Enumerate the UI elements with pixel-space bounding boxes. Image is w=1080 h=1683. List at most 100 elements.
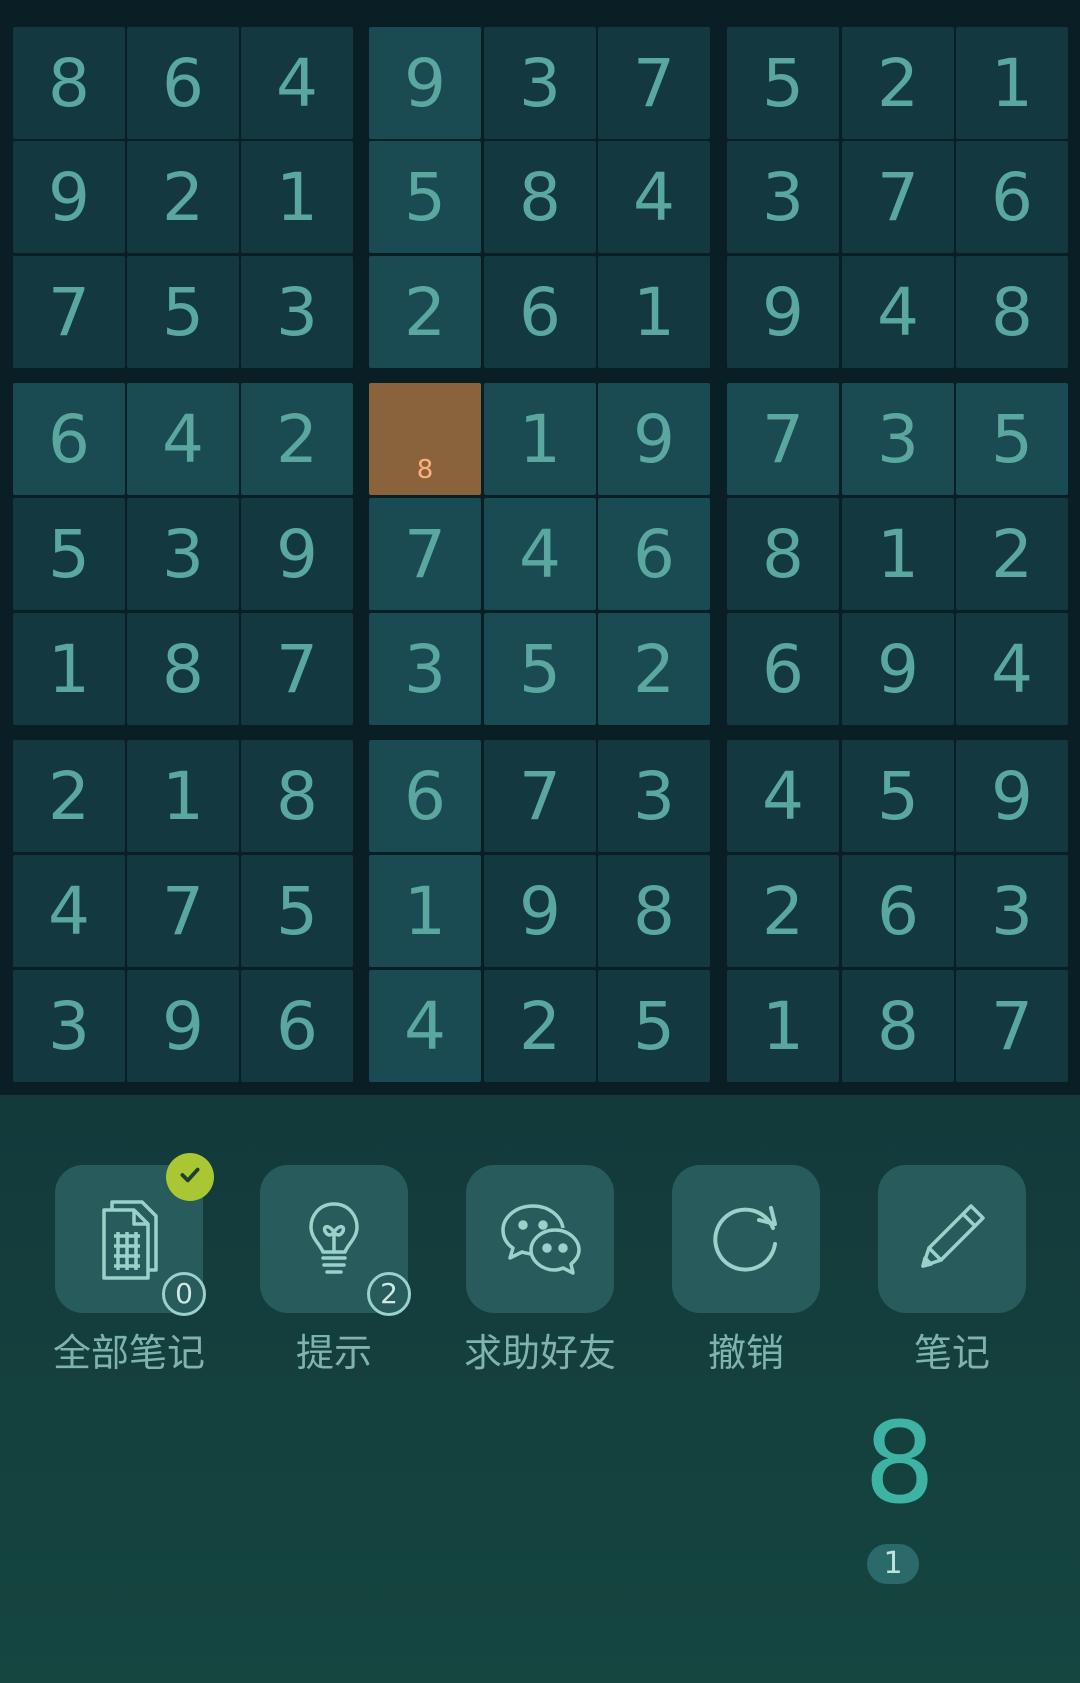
- sudoku-cell[interactable]: 8: [127, 613, 239, 725]
- sudoku-cell[interactable]: 7: [484, 740, 596, 852]
- sudoku-cell[interactable]: 4: [727, 740, 839, 852]
- sudoku-cell[interactable]: 3: [727, 141, 839, 253]
- sudoku-cell[interactable]: 6: [369, 740, 481, 852]
- sudoku-cell[interactable]: 3: [842, 383, 954, 495]
- sudoku-cell[interactable]: 9: [13, 141, 125, 253]
- sudoku-cell[interactable]: 4: [127, 383, 239, 495]
- sudoku-cell[interactable]: 3: [598, 740, 710, 852]
- sudoku-cell[interactable]: 7: [842, 141, 954, 253]
- sudoku-cell[interactable]: 9: [956, 740, 1068, 852]
- sudoku-cell[interactable]: 4: [956, 613, 1068, 725]
- numpad-key[interactable]: 8: [864, 1408, 935, 1520]
- sudoku-cell[interactable]: 6: [127, 27, 239, 139]
- undo-label: 撤销: [707, 1331, 784, 1375]
- sudoku-cell[interactable]: 9: [369, 27, 481, 139]
- sudoku-cell[interactable]: 5: [956, 383, 1068, 495]
- all-notes-count: 0: [162, 1272, 206, 1316]
- sudoku-cell[interactable]: 4: [13, 855, 125, 967]
- sudoku-cell[interactable]: 7: [241, 613, 353, 725]
- pencil-icon: [907, 1192, 997, 1286]
- sudoku-cell[interactable]: 6: [598, 498, 710, 610]
- sudoku-cell[interactable]: 1: [727, 970, 839, 1082]
- hint-count: 2: [367, 1272, 411, 1316]
- undo-icon: [701, 1192, 791, 1286]
- sudoku-board: 8649375219215843767532619486428197355397…: [0, 0, 1080, 1095]
- sudoku-cell[interactable]: 2: [369, 256, 481, 368]
- sudoku-cell[interactable]: 7: [956, 970, 1068, 1082]
- sudoku-cell[interactable]: 8: [13, 27, 125, 139]
- notes-button[interactable]: [878, 1165, 1026, 1313]
- sudoku-cell[interactable]: 8: [598, 855, 710, 967]
- all-notes-check-badge: [166, 1153, 214, 1201]
- sudoku-cell[interactable]: 1: [13, 613, 125, 725]
- sudoku-cell[interactable]: 8: [241, 740, 353, 852]
- sudoku-cell[interactable]: 9: [598, 383, 710, 495]
- sudoku-cell[interactable]: 4: [241, 27, 353, 139]
- sudoku-cell[interactable]: 2: [484, 970, 596, 1082]
- undo-button[interactable]: [672, 1165, 820, 1313]
- sudoku-cell[interactable]: 1: [127, 740, 239, 852]
- sudoku-cell[interactable]: 8: [842, 970, 954, 1082]
- sudoku-cell-selected[interactable]: 8: [369, 383, 481, 495]
- sudoku-cell[interactable]: 5: [127, 256, 239, 368]
- sudoku-cell[interactable]: 5: [369, 141, 481, 253]
- sudoku-cell[interactable]: 3: [484, 27, 596, 139]
- sudoku-cell[interactable]: 6: [484, 256, 596, 368]
- notes-sheet-icon: [84, 1192, 174, 1286]
- sudoku-cell[interactable]: 3: [13, 970, 125, 1082]
- all-notes-label: 全部笔记: [52, 1331, 205, 1375]
- wechat-icon: [495, 1192, 585, 1286]
- sudoku-cell[interactable]: 7: [727, 383, 839, 495]
- sudoku-cell[interactable]: 3: [369, 613, 481, 725]
- sudoku-cell[interactable]: 2: [127, 141, 239, 253]
- sudoku-cell[interactable]: 8: [956, 256, 1068, 368]
- sudoku-cell[interactable]: 2: [727, 855, 839, 967]
- sudoku-cell[interactable]: 5: [727, 27, 839, 139]
- sudoku-cell[interactable]: 2: [13, 740, 125, 852]
- sudoku-cell[interactable]: 6: [241, 970, 353, 1082]
- sudoku-cell[interactable]: 9: [484, 855, 596, 967]
- sudoku-cell[interactable]: 4: [369, 970, 481, 1082]
- sudoku-cell[interactable]: 5: [484, 613, 596, 725]
- sudoku-cell[interactable]: 1: [369, 855, 481, 967]
- sudoku-cell[interactable]: 9: [241, 498, 353, 610]
- sudoku-cell[interactable]: 1: [598, 256, 710, 368]
- sudoku-cell[interactable]: 6: [13, 383, 125, 495]
- sudoku-cell[interactable]: 4: [842, 256, 954, 368]
- sudoku-cell[interactable]: 7: [598, 27, 710, 139]
- sudoku-cell[interactable]: 5: [842, 740, 954, 852]
- sudoku-cell[interactable]: 1: [956, 27, 1068, 139]
- sudoku-cell[interactable]: 2: [598, 613, 710, 725]
- sudoku-cell[interactable]: 4: [484, 498, 596, 610]
- sudoku-cell[interactable]: 7: [369, 498, 481, 610]
- sudoku-cell[interactable]: 7: [13, 256, 125, 368]
- sudoku-cell[interactable]: 9: [127, 970, 239, 1082]
- sudoku-cell[interactable]: 8: [484, 141, 596, 253]
- sudoku-cell[interactable]: 3: [956, 855, 1068, 967]
- sudoku-cell[interactable]: 5: [13, 498, 125, 610]
- sudoku-cell[interactable]: 2: [241, 383, 353, 495]
- sudoku-cell[interactable]: 2: [956, 498, 1068, 610]
- sudoku-cell[interactable]: 3: [241, 256, 353, 368]
- sudoku-cell[interactable]: 7: [127, 855, 239, 967]
- sudoku-cell[interactable]: 5: [241, 855, 353, 967]
- sudoku-cell[interactable]: 5: [598, 970, 710, 1082]
- sudoku-cell[interactable]: 9: [727, 256, 839, 368]
- numpad-remaining-count: 1: [867, 1544, 919, 1584]
- sudoku-cell[interactable]: 1: [484, 383, 596, 495]
- sudoku-cell[interactable]: 2: [842, 27, 954, 139]
- sudoku-cell[interactable]: 3: [127, 498, 239, 610]
- sudoku-cell[interactable]: 8: [727, 498, 839, 610]
- sudoku-cell[interactable]: 6: [727, 613, 839, 725]
- ask-friend-label: 求助好友: [463, 1331, 616, 1375]
- sudoku-cell[interactable]: 9: [842, 613, 954, 725]
- sudoku-cell[interactable]: 4: [598, 141, 710, 253]
- sudoku-cell[interactable]: 1: [842, 498, 954, 610]
- ask-friend-button[interactable]: [466, 1165, 614, 1313]
- sudoku-cell[interactable]: 6: [842, 855, 954, 967]
- check-icon: [177, 1162, 203, 1192]
- sudoku-cell[interactable]: 1: [241, 141, 353, 253]
- notes-label: 笔记: [913, 1331, 990, 1375]
- sudoku-cell[interactable]: 6: [956, 141, 1068, 253]
- lightbulb-icon: [289, 1192, 379, 1286]
